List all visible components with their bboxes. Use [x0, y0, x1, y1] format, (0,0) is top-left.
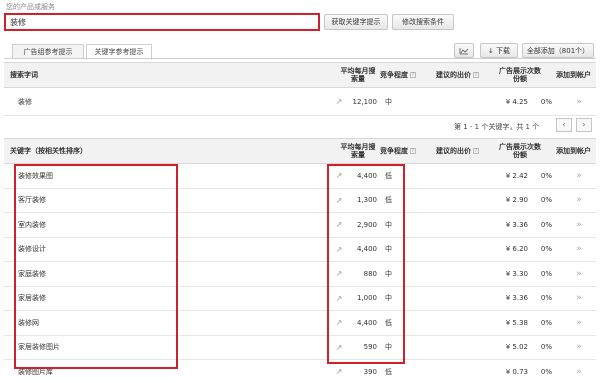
- impression-share: 0%: [540, 196, 552, 205]
- col-monthly-volume: 平均每月搜索量: [340, 143, 376, 159]
- get-suggestions-button[interactable]: 获取关键字提示: [324, 14, 388, 30]
- add-to-account-arrow-icon[interactable]: »: [564, 164, 594, 188]
- prev-page-button[interactable]: ‹: [556, 118, 572, 132]
- chevron-left-icon: ‹: [562, 120, 566, 129]
- tab-adgroup-ideas[interactable]: 广告组参考提示: [12, 44, 84, 59]
- monthly-volume: 12,100: [352, 97, 378, 106]
- chart-icon: [459, 48, 469, 55]
- col-bid-label: 建议的出价: [436, 71, 471, 79]
- add-to-account-arrow-icon[interactable]: »: [564, 88, 594, 115]
- modify-search-button[interactable]: 修改搜索条件: [392, 14, 454, 30]
- add-to-account-arrow-icon[interactable]: »: [564, 336, 594, 360]
- chart-button[interactable]: [454, 43, 474, 58]
- col-bid-label: 建议的出价: [436, 147, 471, 155]
- keyword-table-header: 关键字（按相关性排序） 平均每月搜索量 竞争程度? 建议的出价? 广告展示次数份…: [4, 138, 596, 164]
- col-competition: 竞争程度?: [380, 139, 426, 163]
- impression-share: 0%: [540, 343, 552, 352]
- search-term: 装修: [18, 97, 32, 106]
- help-icon[interactable]: ?: [410, 148, 416, 154]
- keyword-highlight-box: [14, 164, 178, 369]
- keyword-input[interactable]: 装修: [4, 13, 320, 31]
- help-icon[interactable]: ?: [473, 72, 479, 78]
- search-table-header: 搜索字词 平均每月搜索量 竞争程度? 建议的出价? 广告展示次数份额 添加到帐户: [4, 62, 596, 88]
- add-all-button[interactable]: 全部添加（801个）: [522, 43, 594, 58]
- col-bid: 建议的出价?: [436, 63, 490, 87]
- col-keyword: 关键字（按相关性排序）: [10, 147, 87, 155]
- col-add: 添加到帐户: [556, 71, 591, 79]
- add-to-account-arrow-icon[interactable]: »: [564, 189, 594, 213]
- impression-share: 0%: [540, 367, 552, 376]
- add-to-account-arrow-icon[interactable]: »: [564, 287, 594, 311]
- col-competition-label: 竞争程度: [380, 147, 408, 155]
- competition: 中: [385, 97, 392, 106]
- impression-share: 0%: [540, 171, 552, 180]
- tabs-divider: [4, 58, 596, 59]
- add-to-account-arrow-icon[interactable]: »: [564, 238, 594, 262]
- impression-share: 0%: [540, 97, 552, 106]
- col-share: 广告展示次数份额: [499, 67, 541, 83]
- impression-share: 0%: [540, 318, 552, 327]
- col-share: 广告展示次数份额: [499, 143, 541, 159]
- chevron-right-icon: ›: [582, 120, 586, 129]
- col-bid: 建议的出价?: [436, 139, 490, 163]
- keyword-input-label: 您的产品或服务: [6, 3, 55, 11]
- add-to-account-arrow-icon[interactable]: »: [564, 262, 594, 286]
- col-competition-label: 竞争程度: [380, 71, 408, 79]
- help-icon[interactable]: ?: [410, 72, 416, 78]
- next-page-button[interactable]: ›: [576, 118, 592, 132]
- col-competition: 竞争程度?: [380, 63, 426, 87]
- impression-share: 0%: [540, 245, 552, 254]
- pager-text: 第 1 - 1 个关键字，共 1 个: [454, 123, 540, 131]
- impression-share: 0%: [540, 220, 552, 229]
- volume-highlight-box: [327, 164, 405, 364]
- impression-share: 0%: [540, 269, 552, 278]
- impression-share: 0%: [540, 294, 552, 303]
- col-monthly-volume: 平均每月搜索量: [340, 67, 376, 83]
- search-table-row: 装修 ↗ 12,100 中 ¥ 4.25 0% »: [4, 88, 596, 116]
- add-to-account-arrow-icon[interactable]: »: [564, 311, 594, 335]
- add-to-account-arrow-icon[interactable]: »: [564, 360, 594, 383]
- col-search-term: 搜索字词: [10, 71, 38, 79]
- trend-chart-icon[interactable]: ↗: [331, 88, 347, 115]
- col-add: 添加到帐户: [556, 147, 591, 155]
- download-button[interactable]: ↓ 下载: [480, 43, 518, 58]
- add-to-account-arrow-icon[interactable]: »: [564, 213, 594, 237]
- help-icon[interactable]: ?: [473, 148, 479, 154]
